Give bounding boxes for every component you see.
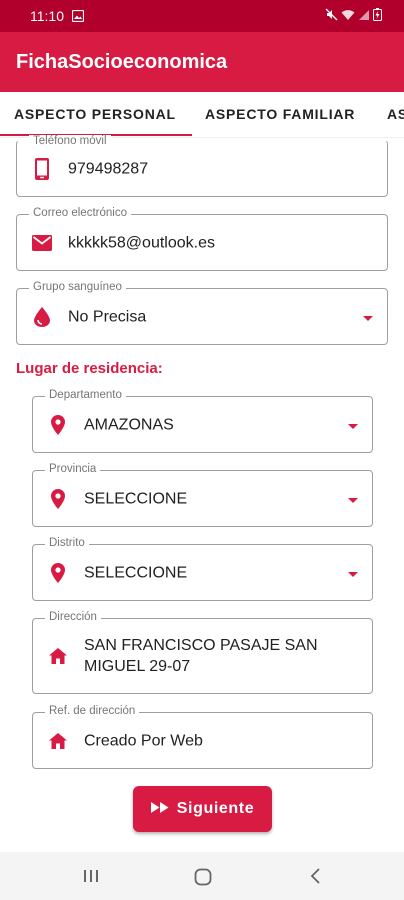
email-field-label: Correo electrónico [29,207,131,219]
district-value: SELECCIONE [84,564,188,581]
blood-drop-icon [31,306,53,328]
department-value: AMAZONAS [84,416,174,433]
blood-group-label: Grupo sanguíneo [29,281,126,293]
status-icons [325,8,382,21]
chevron-down-icon [348,490,358,508]
mute-icon [325,8,338,21]
phone-field[interactable]: Teléfono móvil 979498287 [16,135,388,197]
address-reference-label: Ref. de dirección [45,705,140,717]
tab-bar: ASPECTO PERSONAL ASPECTO FAMILIAR AS [0,92,404,138]
status-bar: 11:10 [0,0,404,32]
province-label: Provincia [45,463,101,475]
email-icon [31,232,53,254]
chevron-down-icon [348,416,358,434]
next-button[interactable]: Siguiente [133,786,272,832]
address-label: Dirección [45,611,101,623]
location-pin-icon [47,562,69,584]
location-pin-icon [47,488,69,510]
status-time: 11:10 [30,8,64,24]
phone-field-label: Teléfono móvil [29,135,111,147]
address-reference-value: Creado Por Web [84,732,203,749]
province-select[interactable]: Provincia SELECCIONE [32,463,373,527]
app-bar: FichaSocioeconomica [0,32,404,92]
district-select[interactable]: Distrito SELECCIONE [32,537,373,601]
tab-aspecto-personal[interactable]: ASPECTO PERSONAL [14,106,176,122]
signal-icon [359,9,369,20]
address-value: SAN FRANCISCO PASAJE SAN MIGUEL 29-07 [84,637,318,675]
back-icon[interactable] [310,868,322,889]
province-value: SELECCIONE [84,490,188,507]
tab-aspecto-familiar[interactable]: ASPECTO FAMILIAR [205,106,355,122]
email-value: kkkkk58@outlook.es [68,234,215,251]
residence-section-title: Lugar de residencia: [16,360,163,377]
fast-forward-icon [150,800,169,818]
app-title: FichaSocioeconomica [16,51,228,73]
department-label: Departamento [45,389,126,401]
system-nav-bar [0,852,404,900]
home-icon [47,730,69,752]
email-field[interactable]: Correo electrónico kkkkk58@outlook.es [16,207,388,271]
blood-group-select[interactable]: Grupo sanguíneo No Precisa [16,281,388,345]
next-button-label: Siguiente [176,800,255,817]
location-pin-icon [47,414,69,436]
tab-next-partial[interactable]: AS [387,106,404,122]
department-select[interactable]: Departamento AMAZONAS [32,389,373,453]
phone-value: 979498287 [68,160,149,177]
recent-apps-icon[interactable] [83,868,99,889]
chevron-down-icon [348,564,358,582]
wifi-icon [341,9,355,20]
battery-icon [373,8,382,21]
home-button-icon[interactable] [194,868,212,891]
home-icon [47,645,69,667]
gallery-notification-icon [71,9,85,27]
district-label: Distrito [45,537,89,549]
chevron-down-icon [363,308,373,326]
blood-group-value: No Precisa [68,308,147,325]
address-reference-field[interactable]: Ref. de dirección Creado Por Web [32,705,373,769]
phone-icon [31,157,53,180]
address-field[interactable]: Dirección SAN FRANCISCO PASAJE SAN MIGUE… [32,611,373,694]
